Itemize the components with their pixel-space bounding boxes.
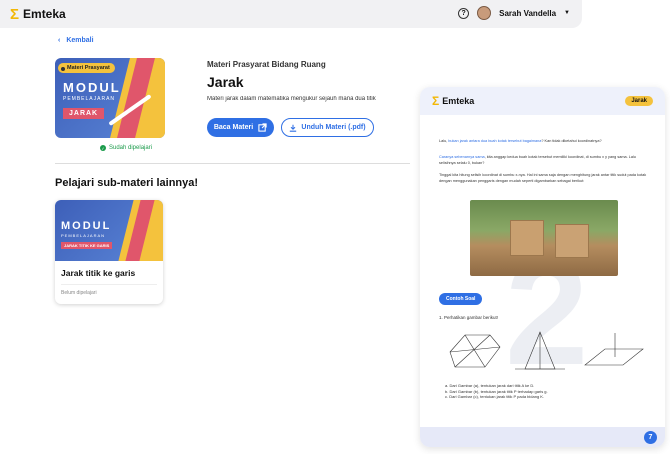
cover-pembelajaran: PEMBELAJARAN (63, 96, 116, 102)
chevron-down-icon[interactable]: ▼ (564, 10, 570, 16)
material-description: Materi jarak dalam matematika mengukur s… (207, 96, 376, 102)
para1-b: ? Kan tidak diketahui koordinatnya? (541, 139, 602, 143)
learned-status: ✓ Sudah dipelajari (100, 145, 152, 151)
app-logo[interactable]: Σ Emteka (10, 7, 66, 22)
box-illustration (510, 220, 544, 256)
user-name[interactable]: Sarah Vandella (499, 9, 556, 18)
sigma-logo-icon: Σ (432, 94, 440, 108)
box-illustration (555, 224, 589, 258)
question-text: 1. Perhatikan gambar berikut! (439, 315, 499, 320)
sub-material-card[interactable]: MODUL PEMBELAJARAN JARAK TITIK KE GARIS … (55, 200, 163, 304)
learned-status-label: Sudah dipelajari (109, 145, 153, 151)
top-bar: Σ Emteka ? Sarah Vandella ▼ (0, 0, 582, 28)
answer-c: c. Dari Gambar (c), tentukan jarak titik… (445, 394, 545, 399)
divider (55, 163, 410, 164)
card-tag: JARAK TITIK KE GARIS (61, 242, 113, 249)
external-link-icon (258, 123, 267, 132)
chevron-left-icon: ‹ (58, 37, 61, 44)
example-label: Contoh Soal (439, 293, 483, 305)
geometry-figures (449, 331, 644, 370)
user-area: ? Sarah Vandella ▼ (458, 6, 570, 20)
card-modul: MODUL (61, 220, 112, 232)
document-logo-text: Emteka (442, 96, 475, 106)
cover-modul: MODUL (63, 80, 121, 95)
material-title: Jarak (207, 74, 244, 90)
download-material-button[interactable]: Unduh Materi (.pdf) (281, 118, 374, 137)
check-circle-icon: ✓ (100, 145, 106, 151)
document-tag: Jarak (625, 96, 653, 106)
read-material-button[interactable]: Baca Materi (207, 118, 274, 137)
read-label: Baca Materi (213, 124, 254, 131)
para1-a: Lalu, (439, 139, 449, 143)
document-logo: Σ Emteka (432, 94, 474, 108)
para2-highlight: Caranya sebenarnya sama (439, 155, 485, 159)
sub-material-heading: Pelajari sub-materi lainnya! (55, 177, 199, 189)
avatar[interactable] (477, 6, 492, 20)
page-number: 7 (644, 431, 657, 444)
back-label: Kembali (66, 37, 94, 44)
material-category: Materi Prasyarat Bidang Ruang (207, 60, 326, 69)
document-header: Σ Emteka Jarak (420, 87, 665, 115)
card-divider (61, 284, 157, 285)
card-thumbnail: MODUL PEMBELAJARAN JARAK TITIK KE GARIS (55, 200, 163, 261)
help-icon[interactable]: ? (458, 7, 470, 19)
boxes-photo (470, 200, 618, 276)
answer-a: a. Dari Gambar (a), tentukan jarak dari … (445, 383, 535, 388)
document-footer (420, 427, 665, 447)
prerequisite-chip: Materi Prasyarat (58, 63, 115, 73)
back-link[interactable]: ‹ Kembali (58, 37, 94, 44)
download-label: Unduh Materi (.pdf) (301, 124, 366, 131)
download-icon (290, 124, 297, 132)
card-pembelajaran: PEMBELAJARAN (61, 233, 106, 238)
cover-tag: JARAK (63, 108, 105, 119)
document-preview[interactable]: 2 Σ Emteka Jarak Lalu, bukan jarak antar… (420, 87, 665, 447)
app-logo-text: Emteka (23, 7, 66, 21)
document-paragraph-1: Lalu, bukan jarak antara dua buah kotak … (439, 139, 647, 145)
para1-highlight: bukan jarak antara dua buah kotak terseb… (448, 139, 542, 143)
document-paragraph-2: Caranya sebenarnya sama, kita anggap ked… (439, 155, 647, 166)
card-status: Belum dipelajari (61, 290, 97, 296)
card-title: Jarak titik ke garis (61, 268, 136, 278)
sigma-logo-icon: Σ (10, 5, 20, 23)
answer-list: a. Dari Gambar (a), tentukan jarak dari … (445, 383, 548, 400)
document-paragraph-3: Tinggal kita hitung selisih koordinat di… (439, 173, 647, 183)
